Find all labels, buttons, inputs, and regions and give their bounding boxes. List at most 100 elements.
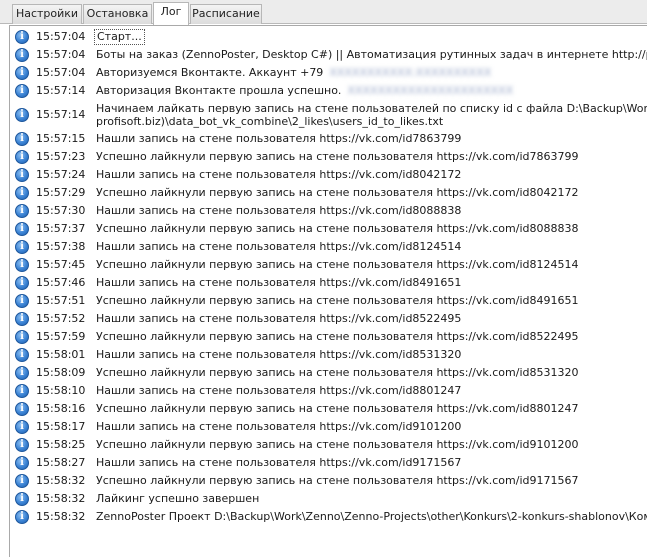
log-row[interactable]: i 15:57:46 Нашли запись на стене пользоват…	[10, 274, 647, 292]
log-message-text: Успешно лайкнули первую запись на стене …	[96, 438, 579, 451]
log-message-text: Боты на заказ (ZennoPoster, Desktop C#) …	[96, 48, 647, 61]
log-message: Нашли запись на стене пользователя https…	[96, 166, 461, 184]
log-row[interactable]: i 15:57:45 Успешно лайкнули первую запись …	[10, 256, 647, 274]
log-time: 15:57:59	[36, 330, 86, 343]
log-message-text: Старт...	[97, 30, 142, 43]
log-row[interactable]: i 15:57:37 Успешно лайкнули первую запись …	[10, 220, 647, 238]
log-row[interactable]: i 15:58:10 Нашли запись на стене пользоват…	[10, 382, 647, 400]
log-message-text: Нашли запись на стене пользователя https…	[96, 456, 462, 469]
log-row[interactable]: i 15:58:32 Лайкинг успешно завершен	[10, 490, 647, 508]
log-time: 15:57:14	[36, 108, 86, 121]
log-row[interactable]: i 15:57:14 Авторизация Вконтакте прошла ус…	[10, 82, 647, 100]
log-time: 15:57:38	[36, 240, 86, 253]
log-row[interactable]: i 15:57:29 Успешно лайкнули первую запись …	[10, 184, 647, 202]
log-time: 15:57:15	[36, 132, 86, 145]
log-message-text: Лайкинг успешно завершен	[96, 492, 260, 505]
info-icon: i	[15, 204, 29, 218]
log-message-text: Нашли запись на стене пользователя https…	[96, 168, 462, 181]
log-row[interactable]: i 15:57:52 Нашли запись на стене пользоват…	[10, 310, 647, 328]
log-row[interactable]: i 15:57:04 Боты на заказ (ZennoPoster, Des…	[10, 46, 647, 64]
tab-stop[interactable]: Остановка	[83, 4, 152, 24]
info-icon: i	[15, 348, 29, 362]
log-message-text: ZennoPoster Проект D:\Backup\Work\Zenno\…	[96, 510, 647, 523]
info-icon: i	[15, 84, 29, 98]
info-icon: i	[15, 492, 29, 506]
log-message-text: Авторизуемся Вконтакте. Аккаунт +79	[96, 66, 324, 79]
log-message: Авторизуемся Вконтакте. Аккаунт +79 XXXXX…	[96, 64, 491, 82]
log-panel[interactable]: i 15:57:04 Старт... i 15:57:04 Боты на заказ …	[9, 25, 647, 557]
log-message: Успешно лайкнули первую запись на стене …	[96, 436, 579, 454]
info-icon: i	[15, 330, 29, 344]
info-icon: i	[15, 438, 29, 452]
log-message: Нашли запись на стене пользователя https…	[96, 238, 461, 256]
info-icon: i	[15, 108, 29, 122]
log-time: 15:57:30	[36, 204, 86, 217]
log-message: Успешно лайкнули первую запись на стене …	[96, 184, 579, 202]
info-icon: i	[15, 258, 29, 272]
tab-schedule[interactable]: Расписание	[190, 4, 262, 24]
log-row[interactable]: i 15:58:16 Успешно лайкнули первую запись …	[10, 400, 647, 418]
log-row[interactable]: i 15:57:24 Нашли запись на стене пользоват…	[10, 166, 647, 184]
log-time: 15:57:24	[36, 168, 86, 181]
log-row[interactable]: i 15:57:59 Успешно лайкнули первую запись …	[10, 328, 647, 346]
log-message: Старт...	[94, 29, 145, 45]
log-message: Авторизация Вконтакте прошла успешно. XXX…	[96, 82, 513, 100]
info-icon: i	[15, 48, 29, 62]
log-time: 15:58:32	[36, 510, 86, 523]
log-time: 15:57:04	[36, 66, 86, 79]
log-message-text: Нашли запись на стене пользователя https…	[96, 276, 462, 289]
log-message: Успешно лайкнули первую запись на стене …	[96, 292, 579, 310]
log-message: ZennoPoster Проект D:\Backup\Work\Zenno\…	[96, 508, 647, 526]
redacted-text: XXXXXXXXXXXXXXXXXXXXXX	[347, 84, 514, 97]
log-row[interactable]: i 15:58:32 Успешно лайкнули первую запись …	[10, 472, 647, 490]
log-message-text: Успешно лайкнули первую запись на стене …	[96, 186, 579, 199]
log-message-text: Успешно лайкнули первую запись на стене …	[96, 402, 579, 415]
log-time: 15:57:04	[36, 30, 86, 43]
log-message: Лайкинг успешно завершен	[96, 490, 259, 508]
log-time: 15:57:23	[36, 150, 86, 163]
log-message-text: Нашли запись на стене пользователя https…	[96, 420, 462, 433]
log-row[interactable]: i 15:58:09 Успешно лайкнули первую запись …	[10, 364, 647, 382]
log-row[interactable]: i 15:57:38 Нашли запись на стене пользоват…	[10, 238, 647, 256]
log-time: 15:57:37	[36, 222, 86, 235]
log-row[interactable]: i 15:58:27 Нашли запись на стене пользоват…	[10, 454, 647, 472]
log-row[interactable]: i 15:57:04 Старт...	[10, 28, 647, 46]
log-row[interactable]: i 15:57:15 Нашли запись на стене пользоват…	[10, 130, 647, 148]
log-time: 15:58:09	[36, 366, 86, 379]
log-message-text: Успешно лайкнули первую запись на стене …	[96, 366, 579, 379]
log-time: 15:57:04	[36, 48, 86, 61]
log-row[interactable]: i 15:58:25 Успешно лайкнули первую запись …	[10, 436, 647, 454]
log-time: 15:58:10	[36, 384, 86, 397]
log-row[interactable]: i 15:57:23 Успешно лайкнули первую запись …	[10, 148, 647, 166]
log-message: Нашли запись на стене пользователя https…	[96, 418, 461, 436]
log-time: 15:57:46	[36, 276, 86, 289]
log-message: Успешно лайкнули первую запись на стене …	[96, 256, 579, 274]
log-message-text: Нашли запись на стене пользователя https…	[96, 132, 462, 145]
info-icon: i	[15, 384, 29, 398]
info-icon: i	[15, 294, 29, 308]
tab-log[interactable]: Лог	[153, 2, 189, 25]
info-icon: i	[15, 366, 29, 380]
tab-settings[interactable]: Настройки	[12, 4, 82, 24]
info-icon: i	[15, 150, 29, 164]
log-message: Нашли запись на стене пользователя https…	[96, 202, 461, 220]
log-message-text: Нашли запись на стене пользователя https…	[96, 384, 462, 397]
log-row[interactable]: i 15:57:04 Авторизуемся Вконтакте. Аккаунт…	[10, 64, 647, 82]
log-message-text: Нашли запись на стене пользователя https…	[96, 240, 462, 253]
log-time: 15:57:14	[36, 84, 86, 97]
log-row[interactable]: i 15:58:17 Нашли запись на стене пользоват…	[10, 418, 647, 436]
log-time: 15:57:51	[36, 294, 86, 307]
log-row[interactable]: i 15:57:14 Начинаем лайкать первую запись …	[10, 100, 647, 130]
log-time: 15:58:27	[36, 456, 86, 469]
log-time: 15:58:32	[36, 492, 86, 505]
info-icon: i	[15, 402, 29, 416]
log-message-text: Успешно лайкнули первую запись на стене …	[96, 258, 579, 271]
log-row[interactable]: i 15:58:01 Нашли запись на стене пользоват…	[10, 346, 647, 364]
info-icon: i	[15, 456, 29, 470]
log-message-text: Нашли запись на стене пользователя https…	[96, 204, 462, 217]
log-row[interactable]: i 15:57:30 Нашли запись на стене пользоват…	[10, 202, 647, 220]
log-message-text: Нашли запись на стене пользователя https…	[96, 312, 462, 325]
log-row[interactable]: i 15:58:32 ZennoPoster Проект D:\Backup\Wo…	[10, 508, 647, 526]
info-icon: i	[15, 66, 29, 80]
log-row[interactable]: i 15:57:51 Успешно лайкнули первую запись …	[10, 292, 647, 310]
